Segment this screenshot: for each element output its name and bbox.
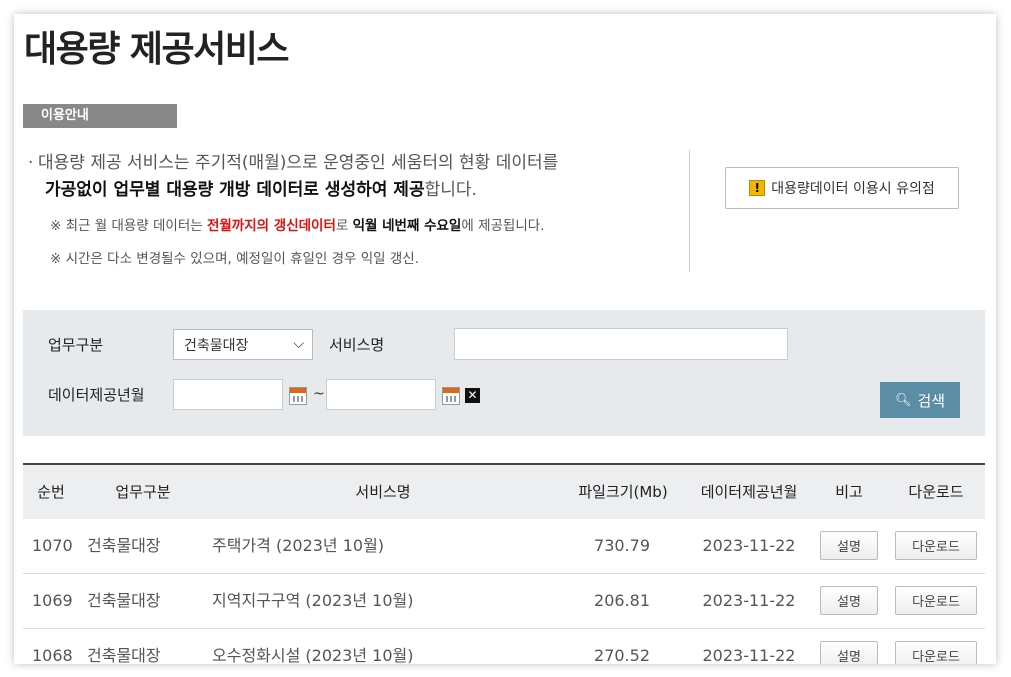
header-work-type: 업무구분 <box>115 483 171 501</box>
table-header: 순번 업무구분 서비스명 파일크기(Mb) 데이터제공년월 비고 다운로드 <box>23 463 985 519</box>
download-button[interactable]: 다운로드 <box>895 641 977 664</box>
row-no: 1068 <box>32 646 73 664</box>
description-button[interactable]: 설명 <box>820 531 878 560</box>
table-row: 1068 건축물대장 오수정화시설 (2023년 10월) 270.52 202… <box>23 629 985 664</box>
date-to-input[interactable] <box>326 379 436 410</box>
row-data-period: 2023-11-22 <box>702 591 796 610</box>
data-period-label: 데이터제공년월 <box>48 386 145 404</box>
search-button[interactable]: 🔍︎ 검색 <box>880 382 960 418</box>
search-panel: 업무구분 건축물대장 ⌵ 서비스명 데이터제공년월 ~ ✕ 🔍︎ 검색 <box>23 310 985 436</box>
header-data-period: 데이터제공년월 <box>700 483 798 501</box>
service-name-label: 서비스명 <box>329 336 385 354</box>
table-row: 1069 건축물대장 지역지구구역 (2023년 10월) 206.81 202… <box>23 574 985 629</box>
warning-icon: ! <box>749 180 766 196</box>
note-schedule-change: ※ 시간은 다소 변경될수 있으며, 예정일이 휴일인 경우 익일 갱신. <box>50 251 420 267</box>
row-work-type: 건축물대장 <box>87 536 161 555</box>
download-button[interactable]: 다운로드 <box>895 531 977 560</box>
row-work-type: 건축물대장 <box>87 591 161 610</box>
usage-notice-label: 대용량데이터 이용시 유의점 <box>771 181 935 197</box>
bullet-icon: · <box>28 153 34 173</box>
description-button[interactable]: 설명 <box>820 586 878 615</box>
work-type-selected-value: 건축물대장 <box>184 337 249 354</box>
header-no: 순번 <box>37 483 65 501</box>
row-no: 1069 <box>32 591 73 610</box>
page-title: 대용량 제공서비스 <box>24 29 290 70</box>
row-no: 1070 <box>32 536 73 555</box>
row-data-period: 2023-11-22 <box>702 646 796 664</box>
row-data-period: 2023-11-22 <box>702 536 796 555</box>
note-update-schedule: ※ 최근 월 대용량 데이터는 전월까지의 갱신데이터로 익월 네번째 수요일에… <box>50 218 545 234</box>
row-service-name: 오수정화시설 (2023년 10월) <box>212 646 414 664</box>
guide-line-2-rest: 합니다. <box>424 180 477 200</box>
calendar-icon[interactable] <box>289 387 307 405</box>
table-row: 1070 건축물대장 주택가격 (2023년 10월) 730.79 2023-… <box>23 519 985 574</box>
usage-guide-badge: 이용안내 <box>23 104 177 128</box>
work-type-label: 업무구분 <box>48 336 104 354</box>
row-file-size: 206.81 <box>594 591 650 610</box>
row-service-name: 주택가격 (2023년 10월) <box>212 536 385 555</box>
data-table: 순번 업무구분 서비스명 파일크기(Mb) 데이터제공년월 비고 다운로드 10… <box>23 463 985 664</box>
chevron-down-icon: ⌵ <box>293 336 304 352</box>
row-file-size: 730.79 <box>594 536 650 555</box>
clear-date-icon[interactable]: ✕ <box>465 388 480 403</box>
date-range-separator: ~ <box>313 386 325 402</box>
header-note: 비고 <box>835 483 863 501</box>
row-work-type: 건축물대장 <box>87 646 161 664</box>
guide-line-1: 대용량 제공 서비스는 주기적(매월)으로 운영중인 세움터의 현황 데이터를 <box>38 153 559 173</box>
search-button-label: 검색 <box>917 391 946 410</box>
vertical-divider <box>689 150 690 272</box>
row-file-size: 270.52 <box>594 646 650 664</box>
row-service-name: 지역지구구역 (2023년 10월) <box>212 591 414 610</box>
work-type-select[interactable]: 건축물대장 ⌵ <box>173 329 313 360</box>
header-file-size: 파일크기(Mb) <box>578 483 668 501</box>
guide-line-2-bold: 가공없이 업무별 대용량 개방 데이터로 생성하여 제공 <box>45 180 425 200</box>
header-service-name: 서비스명 <box>355 483 411 501</box>
search-icon: 🔍︎ <box>894 392 912 408</box>
description-button[interactable]: 설명 <box>820 641 878 664</box>
date-from-input[interactable] <box>173 379 283 410</box>
usage-notice-button[interactable]: ! 대용량데이터 이용시 유의점 <box>725 167 959 209</box>
main-card: 대용량 제공서비스 이용안내 · 대용량 제공 서비스는 주기적(매월)으로 운영… <box>14 14 996 664</box>
calendar-icon[interactable] <box>442 387 460 405</box>
header-download: 다운로드 <box>908 483 964 501</box>
service-name-input[interactable] <box>454 328 788 360</box>
download-button[interactable]: 다운로드 <box>895 586 977 615</box>
